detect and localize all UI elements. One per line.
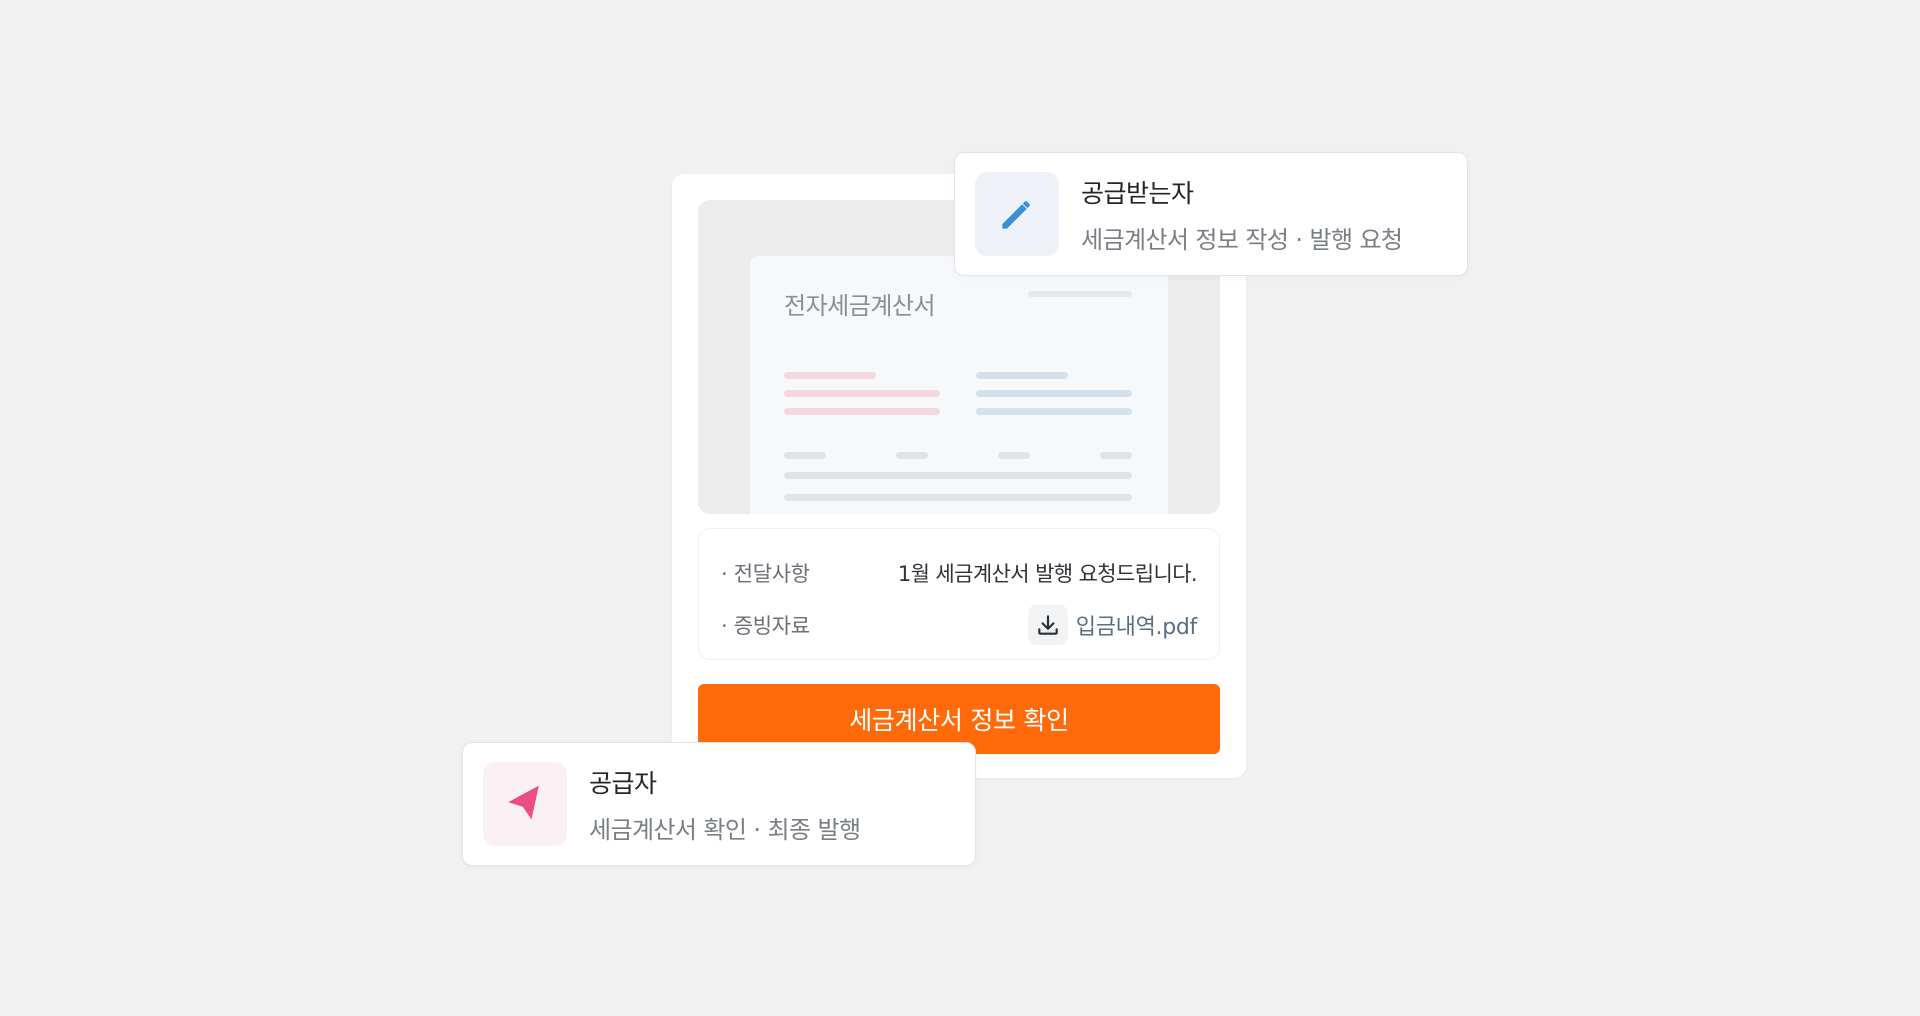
recipient-role-card: 공급받는자 세금계산서 정보 작성 · 발행 요청 [954,152,1468,276]
supplier-role-card: 공급자 세금계산서 확인 · 최종 발행 [462,742,976,866]
placeholder-line [784,408,940,415]
send-icon [483,762,567,846]
placeholder-line [976,372,1068,379]
placeholder-line [976,408,1132,415]
message-row: · 전달사항 1월 세금계산서 발행 요청드립니다. [721,553,1198,593]
placeholder-line [784,390,940,397]
evidence-row: · 증빙자료 입금내역.pdf [721,605,1197,645]
evidence-file-name[interactable]: 입금내역.pdf [1076,609,1198,641]
message-value: 1월 세금계산서 발행 요청드립니다. [897,562,1198,586]
placeholder-line [784,372,876,379]
pencil-icon [975,172,1059,256]
recipient-role-text: 공급받는자 세금계산서 정보 작성 · 발행 요청 [1081,174,1403,255]
request-info-box: · 전달사항 1월 세금계산서 발행 요청드립니다. · 증빙자료 입금내역.p… [698,528,1220,660]
recipient-role-title: 공급받는자 [1081,178,1194,208]
evidence-label: · 증빙자료 [721,614,810,638]
placeholder-line [998,452,1030,459]
placeholder-line [784,494,1132,501]
supplier-role-text: 공급자 세금계산서 확인 · 최종 발행 [589,764,861,845]
placeholder-line [1028,291,1132,297]
invoice-title: 전자세금계산서 [784,292,936,320]
evidence-file-link[interactable]: 입금내역.pdf [1027,605,1198,645]
placeholder-line [784,452,826,459]
supplier-role-title: 공급자 [589,768,657,798]
placeholder-line [976,390,1132,397]
invoice-sheet: 전자세금계산서 [750,256,1168,514]
supplier-role-description: 세금계산서 확인 · 최종 발행 [589,815,861,844]
message-label: · 전달사항 [721,562,810,586]
placeholder-line [784,472,1132,479]
download-icon[interactable] [1027,605,1068,645]
stage: 전자세금계산서 · 전달사항 1월 세금계산서 발행 요청드립니다. · 증빙자… [0,0,1920,1016]
placeholder-line [1100,452,1132,459]
placeholder-line [896,452,928,459]
recipient-role-description: 세금계산서 정보 작성 · 발행 요청 [1081,225,1403,254]
